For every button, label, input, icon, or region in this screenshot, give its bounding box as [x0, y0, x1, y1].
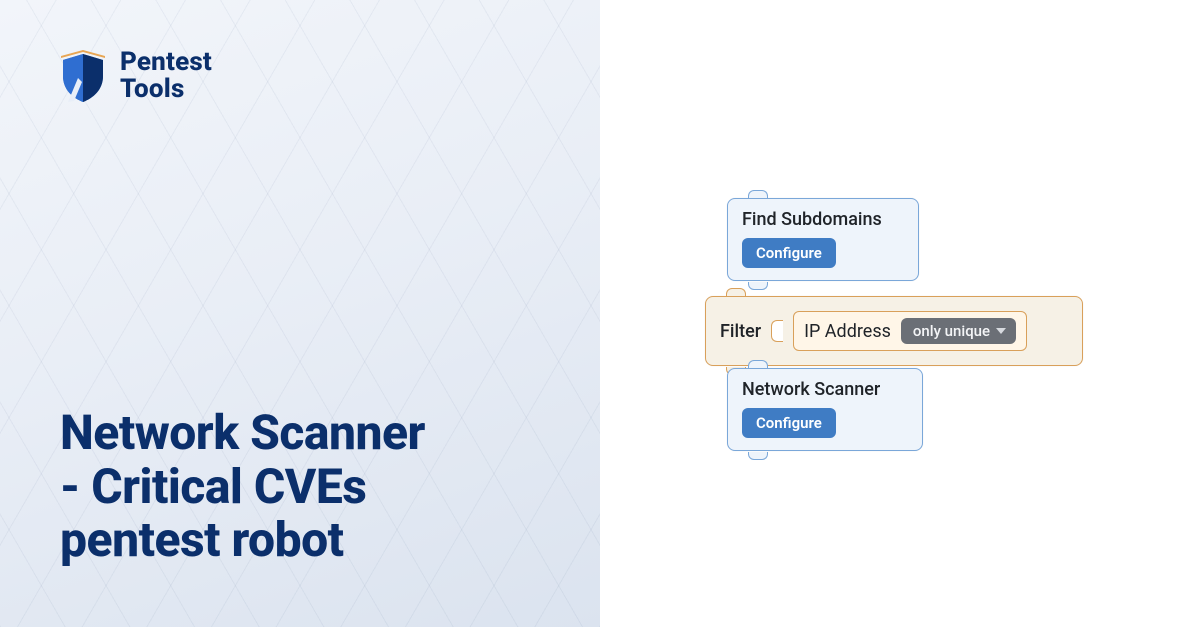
filter-label: Filter	[720, 321, 761, 342]
chevron-down-icon	[996, 328, 1006, 334]
headline-line3: pentest robot	[60, 513, 580, 567]
block-filter[interactable]: Filter IP Address only unique	[705, 296, 1083, 366]
block-find-subdomains[interactable]: Find Subdomains Configure	[727, 198, 919, 281]
block-connector-bottom	[748, 452, 768, 460]
filter-mode-dropdown[interactable]: only unique	[901, 318, 1016, 344]
block-socket-icon	[771, 320, 783, 342]
block-ip-address[interactable]: IP Address only unique	[793, 311, 1027, 351]
page-title: Network Scanner - Critical CVEs pentest …	[60, 406, 580, 567]
block-editor: Find Subdomains Configure Filter IP Addr…	[705, 198, 1135, 468]
brand-logo: Pentest Tools	[60, 48, 212, 104]
block-connector-top	[726, 288, 746, 296]
ip-address-label: IP Address	[804, 321, 891, 342]
configure-button[interactable]: Configure	[742, 238, 836, 268]
brand-name: Pentest Tools	[120, 49, 212, 104]
block-connector-top	[748, 190, 768, 198]
filter-mode-value: only unique	[913, 322, 990, 340]
block-connector-top	[748, 360, 768, 368]
configure-button[interactable]: Configure	[742, 408, 836, 438]
block-title: Network Scanner	[742, 379, 908, 400]
brand-name-line1: Pentest	[120, 49, 212, 76]
brand-name-line2: Tools	[120, 76, 212, 103]
block-network-scanner[interactable]: Network Scanner Configure	[727, 368, 923, 451]
headline-line1: Network Scanner	[60, 406, 580, 460]
block-title: Find Subdomains	[742, 209, 904, 230]
headline-line2: - Critical CVEs	[60, 460, 580, 514]
block-connector-bottom	[748, 282, 768, 290]
shield-icon	[60, 48, 106, 104]
hero-left-panel: Pentest Tools Network Scanner - Critical…	[0, 0, 600, 627]
